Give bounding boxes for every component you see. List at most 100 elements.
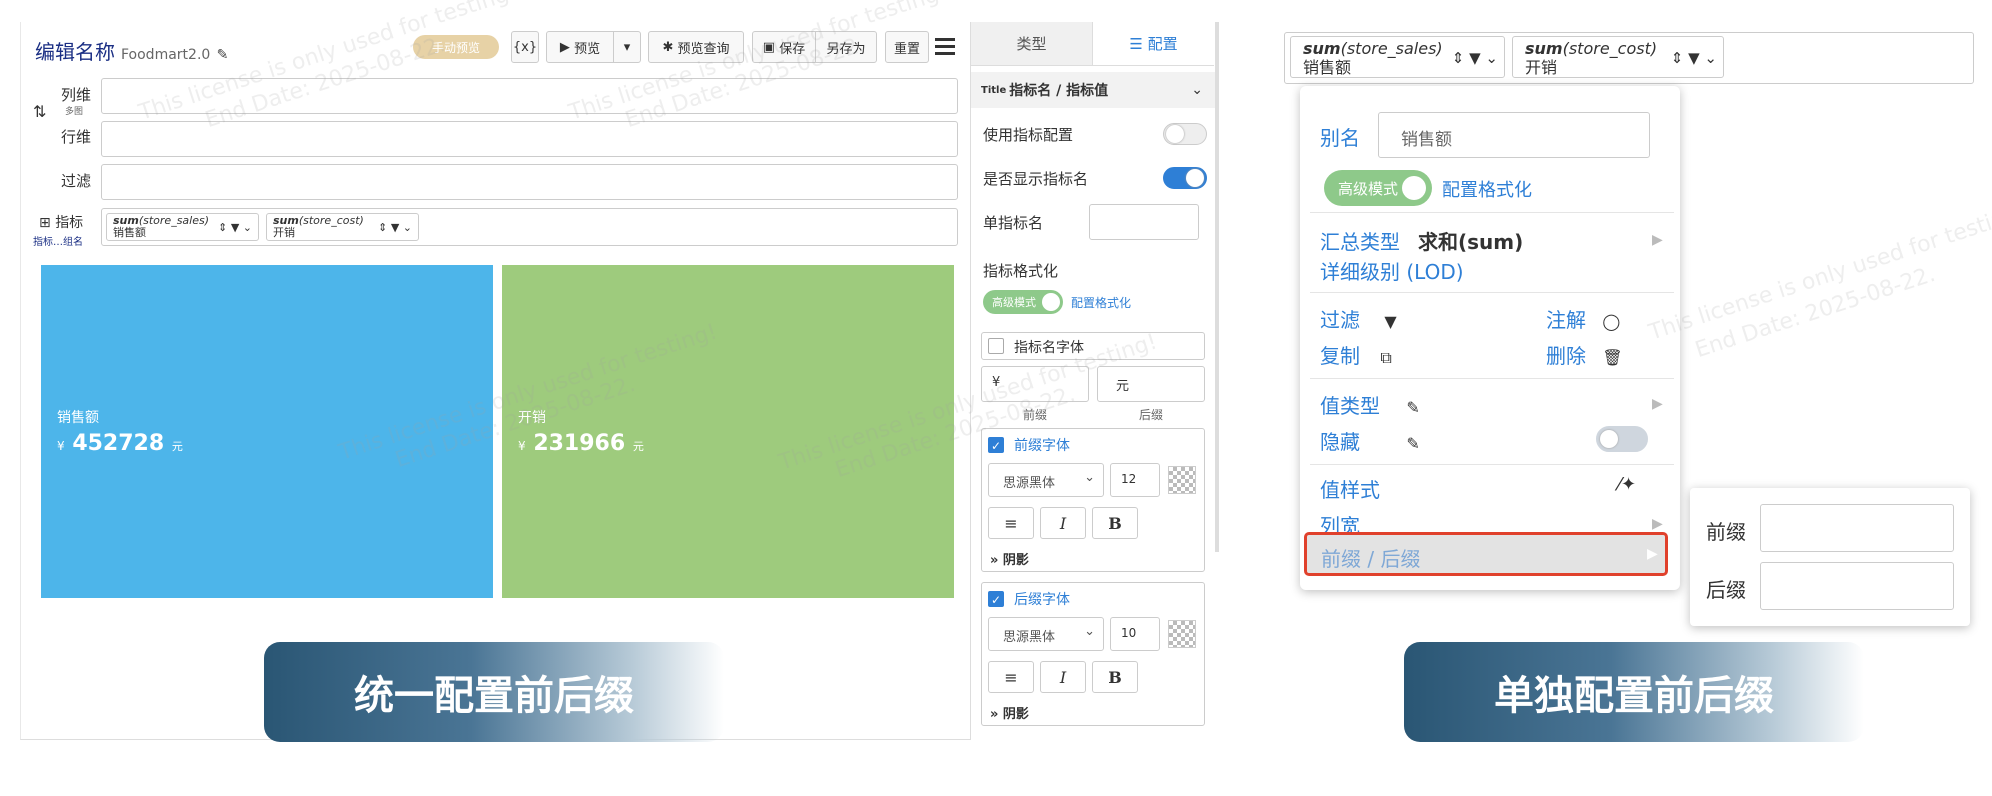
report-title[interactable]: 编辑名称 Foodmart2.0 ✎	[35, 36, 228, 65]
submenu-arrow-icon: ▶	[1652, 396, 1663, 412]
scrollbar[interactable]	[1215, 22, 1219, 552]
value-style-item[interactable]: 值样式	[1320, 474, 1380, 503]
bold-button[interactable]: B	[1092, 661, 1138, 693]
comment-icon: ◯	[1602, 312, 1621, 331]
preview-button[interactable]: ▶ 预览	[546, 31, 614, 63]
measures-drop-zone[interactable]: sum(store_sales) 销售额 ⇕ ▼ ⌄ sum(store_cos…	[101, 208, 958, 246]
caption-banner-left: 统一配置前后缀	[264, 642, 724, 742]
suffix-input[interactable]	[1760, 562, 1954, 610]
advanced-mode-label: 高级模式	[992, 296, 1036, 309]
note-item[interactable]: 注解 ◯	[1546, 304, 1620, 333]
formula-button[interactable]: {x}	[511, 31, 539, 63]
tab-config[interactable]: ☰ 配置	[1093, 22, 1214, 65]
measure-field: (store_cost)	[298, 214, 364, 227]
italic-button[interactable]: I	[1040, 661, 1086, 693]
kpi-card-cost: 开销 ¥ 231966 元	[502, 265, 954, 598]
preview-query-label: 预览查询	[677, 41, 730, 57]
suffix-font-checkbox[interactable]: ✓	[988, 591, 1004, 607]
prefix-font-checkbox[interactable]: ✓	[988, 437, 1004, 453]
measure-context-menu: 别名 销售额 高级模式 配置格式化 汇总类型 求和(sum) ▶ 详细级别 (L…	[1300, 86, 1680, 590]
prefix-font-size-input[interactable]: 12	[1110, 463, 1160, 497]
measure-field: (store_cost)	[1562, 39, 1658, 58]
measure-chip[interactable]: sum(store_cost) 开销 ⇕ ▼ ⌄	[266, 213, 419, 241]
single-measure-name-input[interactable]	[1089, 204, 1199, 240]
kpi-suffix: 元	[632, 440, 644, 453]
align-icon[interactable]: ≡	[988, 661, 1034, 693]
chevron-down-icon: ⌄	[1084, 470, 1095, 485]
measure-chip-sales[interactable]: sum(store_sales) 销售额 ⇕ ▼ ⌄	[1290, 36, 1505, 78]
prefix-shadow-toggle[interactable]: » 阴影	[990, 549, 1029, 568]
filter-item[interactable]: 过滤 ▼	[1320, 304, 1397, 333]
kpi-value: ¥ 231966 元	[518, 431, 644, 456]
use-measure-config-toggle[interactable]	[1163, 123, 1207, 145]
show-measure-name-toggle[interactable]	[1163, 167, 1207, 189]
measure-field: (store_sales)	[1340, 39, 1443, 58]
copy-item[interactable]: 复制 ⧉	[1320, 340, 1392, 369]
bold-button[interactable]: B	[1092, 507, 1138, 539]
columns-drop-zone[interactable]	[101, 78, 958, 114]
menu-icon[interactable]	[935, 38, 955, 56]
magic-wand-icon[interactable]: ⁄✦	[1618, 474, 1636, 495]
suffix-font-family-select[interactable]: 思源黑体 ⌄	[988, 617, 1104, 651]
save-as-button[interactable]: 另存为	[815, 31, 877, 63]
suffix-caption: 后缀	[1139, 408, 1164, 422]
reset-button[interactable]: 重置	[885, 31, 929, 63]
hide-item[interactable]: 隐藏 ✎	[1320, 426, 1420, 455]
delete-item[interactable]: 删除 🗑	[1546, 340, 1623, 369]
agg-type-item[interactable]: 汇总类型	[1320, 226, 1400, 255]
sort-filter-chevron-icons[interactable]: ⇕ ▼ ⌄	[378, 222, 412, 234]
sort-filter-chevron-icons[interactable]: ⇕ ▼ ⌄	[1671, 49, 1717, 68]
suffix-font-size-input[interactable]: 10	[1110, 617, 1160, 651]
tab-type[interactable]: 类型	[971, 22, 1093, 65]
filter-drop-zone[interactable]	[101, 164, 958, 200]
prefix-input[interactable]	[1760, 504, 1954, 552]
columns-label: 列维	[60, 86, 91, 104]
advanced-mode-toggle[interactable]: 高级模式	[983, 290, 1063, 314]
swap-icon[interactable]: ⇅	[33, 102, 46, 121]
measure-chip-cost[interactable]: sum(store_cost) 开销 ⇕ ▼ ⌄	[1512, 36, 1724, 78]
prefix-font-group: ✓ 前缀字体 思源黑体 ⌄ 12 ≡ I B » 阴影	[981, 428, 1205, 572]
measure-name-font-row[interactable]: 指标名字体	[981, 332, 1205, 360]
hide-toggle[interactable]	[1596, 426, 1648, 452]
prefix-font-family-select[interactable]: 思源黑体 ⌄	[988, 463, 1104, 497]
italic-button[interactable]: I	[1040, 507, 1086, 539]
sort-filter-chevron-icons[interactable]: ⇕ ▼ ⌄	[1452, 49, 1498, 68]
suffix-shadow-toggle[interactable]: » 阴影	[990, 703, 1029, 722]
preview-dropdown-button[interactable]: ▾	[613, 31, 641, 63]
kpi-card-sales: 销售额 ¥ 452728 元	[41, 265, 493, 598]
divider	[1310, 378, 1674, 379]
config-format-link[interactable]: 配置格式化	[1071, 294, 1131, 311]
measures-label: ⊞ 指标	[39, 212, 83, 232]
measures-group-label[interactable]: 指标…组名	[33, 233, 83, 248]
advanced-mode-toggle[interactable]: 高级模式	[1324, 170, 1432, 206]
value-type-item[interactable]: 值类型 ✎	[1320, 390, 1420, 419]
preview-query-button[interactable]: ✱ 预览查询	[648, 31, 744, 63]
use-measure-config-label: 使用指标配置	[983, 126, 1074, 144]
suffix-input[interactable]: 元	[1097, 366, 1205, 402]
manual-preview-toggle[interactable]: 手动预览	[413, 35, 499, 59]
copy-icon: ⧉	[1380, 348, 1392, 367]
sort-filter-chevron-icons[interactable]: ⇕ ▼ ⌄	[218, 222, 252, 234]
show-measure-name-label: 是否显示指标名	[983, 170, 1089, 188]
trash-icon: 🗑	[1602, 348, 1623, 367]
rows-drop-zone[interactable]	[101, 121, 958, 157]
measure-name-font-checkbox[interactable]	[988, 338, 1004, 354]
prefix-suffix-item[interactable]: 前缀 / 后缀 ▶	[1304, 532, 1668, 576]
section-header[interactable]: Title 指标名 / 指标值 ⌄	[971, 72, 1215, 108]
save-button[interactable]: ▣ 保存	[752, 31, 816, 63]
plus-square-icon[interactable]: ⊞	[39, 215, 51, 231]
edit-icon[interactable]: ✎	[217, 47, 229, 63]
config-format-link[interactable]: 配置格式化	[1442, 176, 1532, 202]
divider	[1310, 292, 1674, 293]
prefix-color-picker[interactable]	[1168, 466, 1196, 494]
alias-input[interactable]: 销售额	[1378, 112, 1650, 158]
measure-name-font-label: 指标名字体	[1014, 340, 1084, 356]
play-icon: ▶	[559, 39, 575, 55]
align-icon[interactable]: ≡	[988, 507, 1034, 539]
suffix-color-picker[interactable]	[1168, 620, 1196, 648]
single-measure-name-label: 单指标名	[983, 214, 1044, 232]
measure-chip[interactable]: sum(store_sales) 销售额 ⇕ ▼ ⌄	[106, 213, 259, 241]
hide-label: 隐藏	[1320, 430, 1360, 454]
lod-item[interactable]: 详细级别 (LOD)	[1320, 256, 1464, 285]
prefix-input[interactable]: ¥	[981, 366, 1089, 402]
